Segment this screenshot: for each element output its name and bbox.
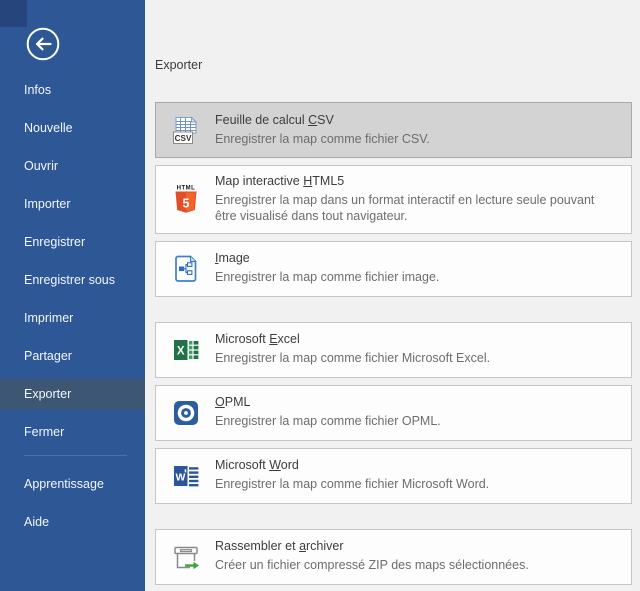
accelerator-letter: C (308, 113, 317, 127)
accelerator-letter: O (215, 395, 225, 409)
sidebar-item-enregistrer-sous[interactable]: Enregistrer sous (0, 265, 145, 295)
sidebar-item-partager[interactable]: Partager (0, 341, 145, 371)
svg-text:X: X (177, 345, 185, 357)
sidebar-nav: Infos Nouvelle Ouvrir Importer Enregistr… (0, 75, 145, 545)
export-group-3: Rassembler et archiver Créer un fichier … (155, 529, 640, 585)
export-item-image[interactable]: Image Enregistrer la map comme fichier i… (155, 241, 632, 297)
export-item-text: OPML Enregistrer la map comme fichier OP… (215, 395, 619, 429)
sidebar-item-fermer[interactable]: Fermer (0, 417, 145, 447)
svg-text:CSV: CSV (175, 134, 192, 143)
accelerator-letter: a (299, 539, 306, 553)
export-item-title: Image (215, 251, 619, 265)
export-item-title: Microsoft Word (215, 458, 619, 472)
export-item-title: Map interactive HTML5 (215, 174, 619, 188)
export-item-text: Microsoft Excel Enregistrer la map comme… (215, 332, 619, 366)
sidebar-item-infos[interactable]: Infos (0, 75, 145, 105)
image-file-icon (170, 253, 202, 285)
export-group-1: CSV Feuille de calcul CSV Enregistrer la… (155, 102, 640, 297)
sidebar-item-nouvelle[interactable]: Nouvelle (0, 113, 145, 143)
export-item-csv[interactable]: CSV Feuille de calcul CSV Enregistrer la… (155, 102, 632, 158)
export-item-title: OPML (215, 395, 619, 409)
export-item-text: Feuille de calcul CSV Enregistrer la map… (215, 113, 619, 147)
sidebar-item-aide[interactable]: Aide (0, 507, 145, 537)
export-item-opml[interactable]: OPML Enregistrer la map comme fichier OP… (155, 385, 632, 441)
export-item-title: Rassembler et archiver (215, 539, 619, 553)
export-item-description: Enregistrer la map comme fichier Microso… (215, 350, 619, 366)
svg-text:5: 5 (183, 197, 190, 211)
backstage-view: Infos Nouvelle Ouvrir Importer Enregistr… (0, 0, 640, 591)
sidebar-item-apprentissage[interactable]: Apprentissage (0, 469, 145, 499)
sidebar-item-importer[interactable]: Importer (0, 189, 145, 219)
back-arrow-icon (25, 49, 61, 66)
accelerator-letter: E (269, 332, 277, 346)
backstage-sidebar: Infos Nouvelle Ouvrir Importer Enregistr… (0, 0, 145, 591)
export-item-description: Enregistrer la map comme fichier CSV. (215, 131, 619, 147)
accelerator-letter: W (269, 458, 281, 472)
export-item-html5[interactable]: HTML 5 Map interactive HTML5 Enregistrer… (155, 165, 632, 234)
export-item-description: Enregistrer la map comme fichier image. (215, 269, 619, 285)
sidebar-divider (24, 455, 127, 456)
export-item-text: Microsoft Word Enregistrer la map comme … (215, 458, 619, 492)
export-item-title: Microsoft Excel (215, 332, 619, 346)
svg-text:W: W (175, 471, 185, 483)
export-item-description: Enregistrer la map dans un format intera… (215, 192, 619, 225)
export-item-title: Feuille de calcul CSV (215, 113, 619, 127)
csv-spreadsheet-icon: CSV (170, 114, 202, 146)
export-item-excel[interactable]: X (155, 322, 632, 378)
archive-icon (170, 541, 202, 573)
export-item-word[interactable]: W Microsoft Word Enregistrer la map c (155, 448, 632, 504)
sidebar-item-enregistrer[interactable]: Enregistrer (0, 227, 145, 257)
html5-icon: HTML 5 (170, 183, 202, 215)
opml-icon (170, 397, 202, 429)
export-item-text: Image Enregistrer la map comme fichier i… (215, 251, 619, 285)
export-item-text: Map interactive HTML5 Enregistrer la map… (215, 174, 619, 225)
export-item-description: Enregistrer la map comme fichier OPML. (215, 413, 619, 429)
export-group-2: X (155, 322, 640, 504)
word-icon: W (170, 460, 202, 492)
export-item-description: Créer un fichier compressé ZIP des maps … (215, 557, 619, 573)
export-item-archive[interactable]: Rassembler et archiver Créer un fichier … (155, 529, 632, 585)
back-button[interactable] (25, 26, 61, 62)
sidebar-item-exporter[interactable]: Exporter (0, 379, 145, 409)
window-corner-accent (0, 0, 27, 27)
export-item-text: Rassembler et archiver Créer un fichier … (215, 539, 619, 573)
svg-text:HTML: HTML (177, 186, 196, 192)
excel-icon: X (170, 334, 202, 366)
sidebar-item-ouvrir[interactable]: Ouvrir (0, 151, 145, 181)
page-title: Exporter (155, 58, 640, 72)
accelerator-letter: H (303, 174, 312, 188)
export-item-description: Enregistrer la map comme fichier Microso… (215, 476, 619, 492)
export-page: Exporter CSV Feuille de calcul CSV Enreg… (145, 0, 640, 591)
sidebar-item-imprimer[interactable]: Imprimer (0, 303, 145, 333)
